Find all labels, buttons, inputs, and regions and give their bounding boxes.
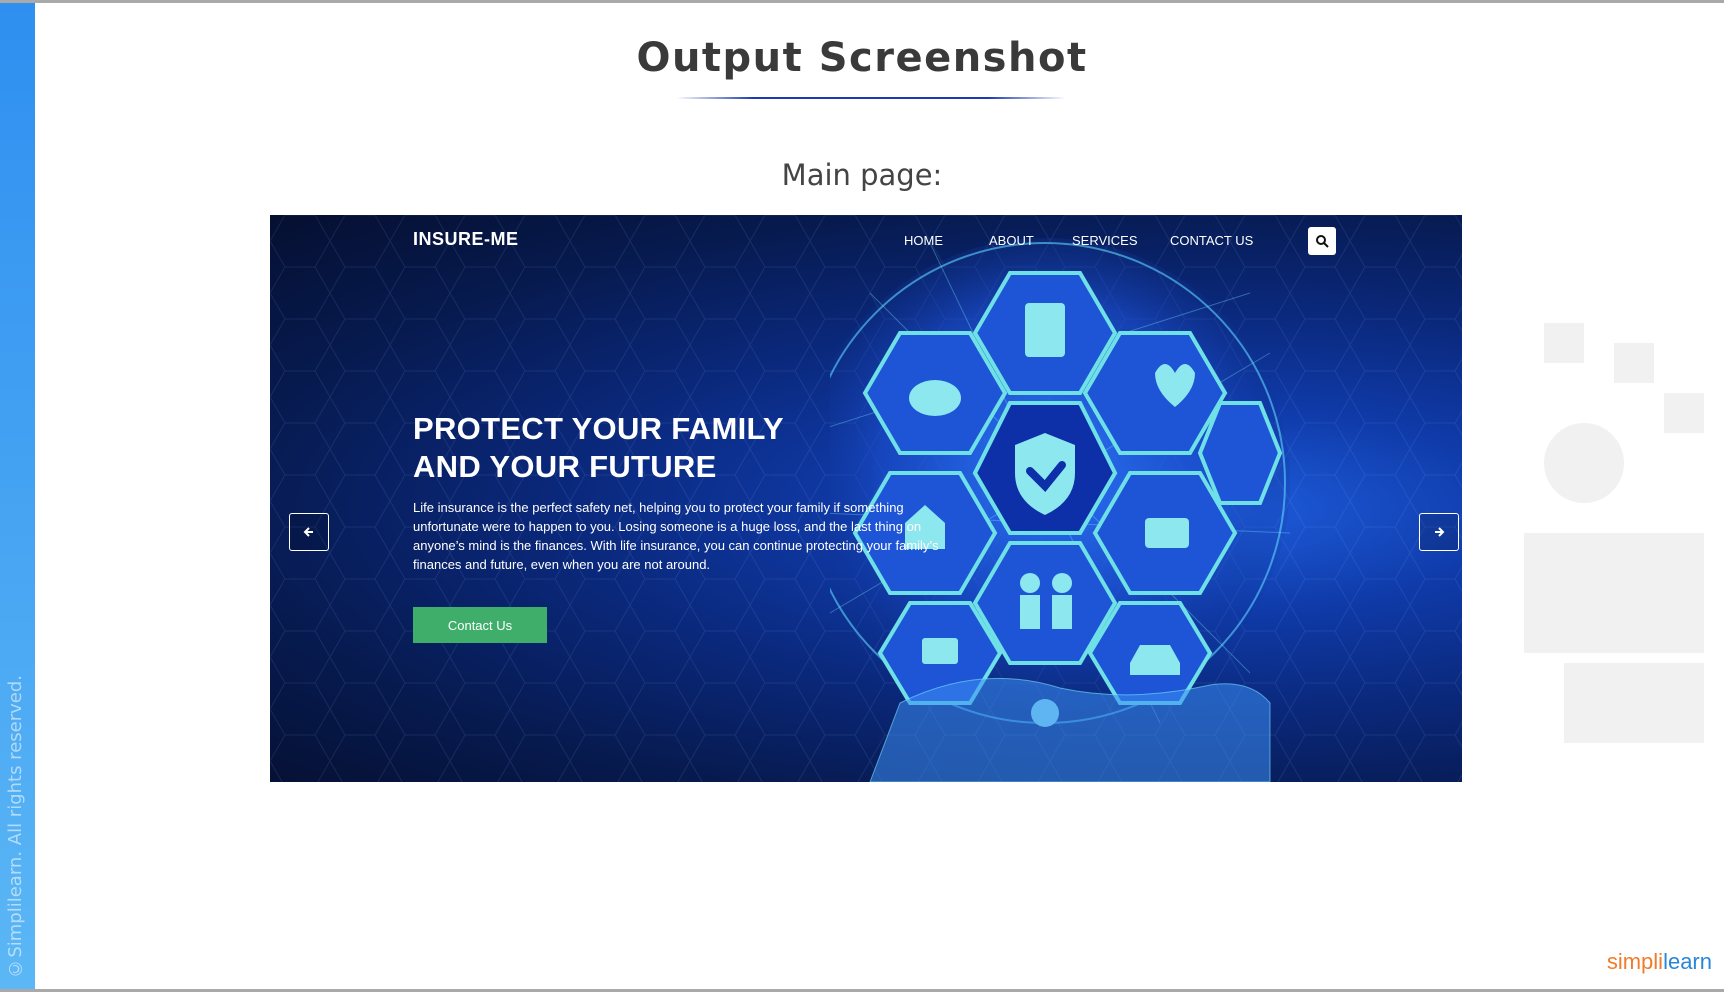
left-accent-bar: ©Simplilearn. All rights reserved. (0, 3, 35, 989)
site-brand[interactable]: INSURE-ME (413, 229, 519, 250)
website-screenshot: INSURE-ME HOME ABOUT SERVICES CONTACT US… (270, 215, 1462, 782)
nav-contact-us[interactable]: CONTACT US (1170, 233, 1253, 248)
logo-part1: simpli (1606, 949, 1664, 974)
logo-part2: learn (1663, 949, 1712, 974)
arrow-left-icon (303, 527, 313, 537)
copyright-container: ©Simplilearn. All rights reserved. (0, 639, 32, 979)
hero-description: Life insurance is the perfect safety net… (413, 500, 939, 572)
search-icon (1316, 235, 1329, 248)
title-underline (676, 97, 1066, 99)
hero-title-line2: AND YOUR FUTURE (413, 449, 717, 484)
nav-about[interactable]: ABOUT (989, 233, 1034, 248)
background-illustration (1524, 323, 1704, 743)
slide-title: Output Screenshot (636, 35, 1088, 81)
slide: ©Simplilearn. All rights reserved. Outpu… (0, 0, 1724, 992)
hero-title: PROTECT YOUR FAMILY AND YOUR FUTURE (413, 410, 833, 486)
carousel-prev-button[interactable] (289, 513, 329, 551)
nav-services[interactable]: SERVICES (1072, 233, 1138, 248)
carousel-next-button[interactable] (1419, 513, 1459, 551)
arrow-right-icon (1435, 527, 1445, 537)
copyright-text: ©Simplilearn. All rights reserved. (4, 675, 26, 979)
search-button[interactable] (1308, 227, 1336, 255)
hero-title-line1: PROTECT YOUR FAMILY (413, 411, 784, 446)
nav-home[interactable]: HOME (904, 233, 943, 248)
simplilearn-logo: simplilearn (1607, 949, 1712, 975)
contact-us-button[interactable]: Contact Us (413, 607, 547, 643)
slide-subtitle: Main page: (781, 158, 943, 192)
